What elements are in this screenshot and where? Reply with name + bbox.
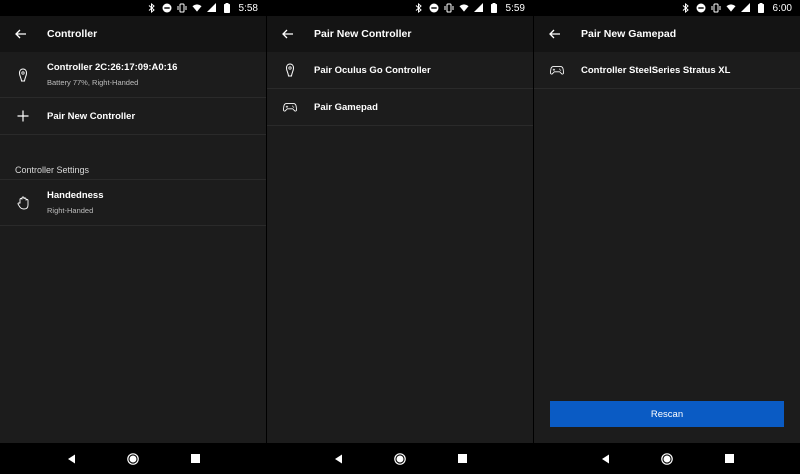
vibrate-icon — [177, 3, 187, 13]
wifi-icon — [458, 3, 469, 13]
list-item-label: Pair Gamepad — [314, 101, 378, 113]
do-not-disturb-icon — [429, 3, 439, 13]
rescan-button[interactable]: Rescan — [550, 401, 784, 427]
nav-home-icon[interactable] — [394, 452, 406, 465]
nav-home-icon[interactable] — [127, 452, 139, 465]
screen-controller: 5:58 Controller Controller 2C:26:17:09:A… — [0, 0, 266, 474]
status-bar: 6:00 — [534, 0, 800, 16]
do-not-disturb-icon — [162, 3, 172, 13]
wifi-icon — [725, 3, 736, 13]
signal-icon — [207, 3, 217, 13]
status-time: 5:59 — [505, 2, 525, 14]
app-bar: Pair New Controller — [267, 16, 533, 52]
battery-icon — [489, 3, 499, 13]
page-title: Pair New Controller — [314, 28, 412, 40]
nav-bar — [534, 443, 800, 474]
nav-back-icon[interactable] — [599, 453, 611, 465]
bluetooth-icon — [681, 3, 691, 13]
app-bar: Pair New Gamepad — [534, 16, 800, 52]
list-item-controller[interactable]: Controller 2C:26:17:09:A0:16 Battery 77%… — [0, 52, 266, 98]
do-not-disturb-icon — [696, 3, 706, 13]
wifi-icon — [191, 3, 202, 13]
status-bar: 5:58 — [0, 0, 266, 16]
vibrate-icon — [711, 3, 721, 13]
content-area: Controller 2C:26:17:09:A0:16 Battery 77%… — [0, 52, 266, 443]
back-arrow-icon[interactable] — [548, 27, 562, 41]
list-item-label: Controller SteelSeries Stratus XL — [581, 64, 731, 76]
screen-pair-new-controller: 5:59 Pair New Controller Pair Oculus Go … — [267, 0, 533, 474]
plus-icon — [16, 109, 30, 123]
list-item-pair-gamepad[interactable]: Pair Gamepad — [267, 89, 533, 126]
page-title: Controller — [47, 28, 98, 40]
list-item-sublabel: Right-Handed — [47, 206, 94, 215]
status-time: 5:58 — [238, 2, 258, 14]
list-item-pair-new-controller[interactable]: Pair New Controller — [0, 98, 266, 135]
screens-container: 5:58 Controller Controller 2C:26:17:09:A… — [0, 0, 800, 474]
screen-pair-new-gamepad: 6:00 Pair New Gamepad Controller SteelSe… — [534, 0, 800, 474]
list-item-pair-oculus-go-controller[interactable]: Pair Oculus Go Controller — [267, 52, 533, 89]
list-item-label: Pair New Controller — [47, 110, 136, 122]
nav-recents-icon[interactable] — [189, 453, 201, 465]
status-bar: 5:59 — [267, 0, 533, 16]
nav-home-icon[interactable] — [661, 452, 673, 465]
battery-icon — [756, 3, 766, 13]
content-area: Pair Oculus Go Controller Pair Gamepad — [267, 52, 533, 443]
status-time: 6:00 — [772, 2, 792, 14]
bluetooth-icon — [414, 3, 424, 13]
battery-icon — [222, 3, 232, 13]
nav-recents-icon[interactable] — [456, 453, 468, 465]
nav-bar — [0, 443, 266, 474]
controller-icon — [16, 67, 30, 82]
back-arrow-icon[interactable] — [14, 27, 28, 41]
signal-icon — [741, 3, 751, 13]
app-bar: Controller — [0, 16, 266, 52]
vibrate-icon — [444, 3, 454, 13]
list-item-sublabel: Battery 77%, Right-Handed — [47, 78, 139, 87]
hand-icon — [16, 196, 30, 210]
nav-bar — [267, 443, 533, 474]
list-item-label: Controller 2C:26:17:09:A0:16 — [47, 62, 178, 73]
list-item-gamepad-steelseries[interactable]: Controller SteelSeries Stratus XL — [534, 52, 800, 89]
nav-back-icon[interactable] — [332, 453, 344, 465]
content-area: Controller SteelSeries Stratus XL — [534, 52, 800, 443]
list-item-label: Pair Oculus Go Controller — [314, 64, 431, 76]
nav-recents-icon[interactable] — [723, 453, 735, 465]
gamepad-icon — [550, 63, 564, 77]
nav-back-icon[interactable] — [65, 453, 77, 465]
page-title: Pair New Gamepad — [581, 28, 677, 40]
list-item-label: Handedness — [47, 190, 104, 201]
list-item-handedness[interactable]: Handedness Right-Handed — [0, 180, 266, 226]
signal-icon — [474, 3, 484, 13]
controller-icon — [283, 63, 297, 77]
gamepad-icon — [283, 100, 297, 114]
bluetooth-icon — [147, 3, 157, 13]
back-arrow-icon[interactable] — [281, 27, 295, 41]
section-header-controller-settings: Controller Settings — [0, 135, 266, 180]
